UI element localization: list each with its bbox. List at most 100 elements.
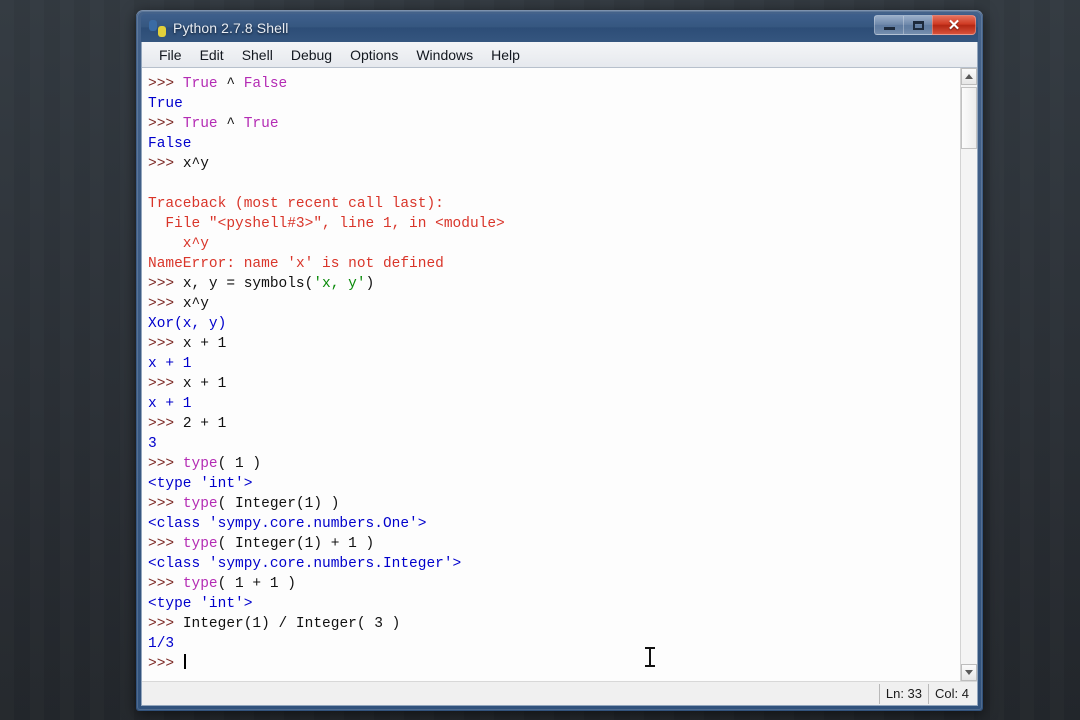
- close-button[interactable]: ✕: [932, 15, 976, 35]
- shell-text-out: x + 1: [148, 356, 192, 372]
- scroll-down-button[interactable]: [961, 664, 977, 681]
- menu-item-options[interactable]: Options: [341, 44, 407, 66]
- window-title: Python 2.7.8 Shell: [173, 20, 289, 36]
- menu-item-windows[interactable]: Windows: [407, 44, 482, 66]
- shell-text-kw: type: [182, 456, 218, 472]
- shell-text-prompt: >>>: [148, 276, 183, 292]
- shell-text-prompt: >>>: [148, 416, 183, 432]
- menu-item-edit[interactable]: Edit: [191, 44, 233, 66]
- shell-line: >>> True ^ True: [148, 114, 960, 134]
- close-icon: ✕: [947, 16, 961, 34]
- shell-text-plain: ^: [217, 76, 244, 92]
- shell-text-out: <type 'int'>: [148, 596, 253, 612]
- menu-item-debug[interactable]: Debug: [282, 44, 341, 66]
- maximize-button[interactable]: [903, 15, 932, 35]
- shell-text-err: Traceback (most recent call last):: [148, 196, 444, 212]
- shell-text-kw: False: [243, 76, 288, 92]
- shell-text-prompt: >>>: [148, 496, 183, 512]
- text-caret: [183, 654, 186, 669]
- statusbar: Ln: 33 Col: 4: [142, 681, 977, 705]
- shell-line: <class 'sympy.core.numbers.Integer'>: [148, 554, 960, 574]
- shell-line: >>> type( 1 ): [148, 454, 960, 474]
- vertical-scrollbar[interactable]: [960, 68, 977, 681]
- shell-line: NameError: name 'x' is not defined: [148, 254, 960, 274]
- shell-line: >>> Integer(1) / Integer( 3 ): [148, 614, 960, 634]
- shell-line: >>> x + 1: [148, 334, 960, 354]
- shell-text-out: 3: [148, 436, 157, 452]
- shell-line: True: [148, 94, 960, 114]
- shell-text-kw: True: [243, 116, 279, 132]
- menu-item-help[interactable]: Help: [482, 44, 529, 66]
- minimize-button[interactable]: [874, 15, 903, 35]
- shell-line: >>> type( 1 + 1 ): [148, 574, 960, 594]
- shell-text-plain: ( 1 + 1 ): [217, 576, 296, 592]
- shell-line: >>> type( Integer(1) ): [148, 494, 960, 514]
- shell-text-plain: ( Integer(1) + 1 ): [217, 536, 375, 552]
- shell-line: 3: [148, 434, 960, 454]
- shell-text-prompt: >>>: [148, 156, 183, 172]
- shell-text-out: x + 1: [148, 396, 192, 412]
- maximize-icon: [912, 20, 924, 30]
- shell-text-plain: x^y: [182, 296, 209, 312]
- shell-text-plain: x^y: [182, 156, 209, 172]
- shell-line: x^y: [148, 234, 960, 254]
- shell-text-plain: x, y = symbols(: [182, 276, 314, 292]
- shell-text-kw: type: [182, 536, 218, 552]
- shell-text-err: : name 'x' is not defined: [226, 256, 444, 272]
- shell-text-prompt: >>>: [148, 116, 183, 132]
- window-client-area: File Edit Shell Debug Options Windows Help >>>…: [141, 42, 978, 706]
- shell-line: <type 'int'>: [148, 594, 960, 614]
- shell-text-prompt: >>>: [148, 376, 183, 392]
- shell-text-prompt: >>>: [148, 76, 183, 92]
- shell-line: >>> x^y: [148, 294, 960, 314]
- shell-line: >>> x, y = symbols('x, y'): [148, 274, 960, 294]
- shell-line: File "<pyshell#3>", line 1, in <module>: [148, 214, 960, 234]
- shell-text-plain: ): [365, 276, 375, 292]
- shell-text-kw: type: [182, 576, 218, 592]
- status-column-indicator: Col: 4: [928, 683, 975, 704]
- shell-text-kw: True: [182, 76, 218, 92]
- shell-text-prompt: >>>: [148, 616, 183, 632]
- shell-output-text[interactable]: >>> True ^ False True >>> True ^ True False…: [142, 68, 960, 681]
- shell-line: Xor(x, y): [148, 314, 960, 334]
- shell-text-prompt: >>>: [148, 576, 183, 592]
- shell-body: >>> True ^ False True >>> True ^ True False…: [142, 68, 977, 681]
- shell-text-err: File "<pyshell#3>", line 1, in <module>: [148, 216, 505, 232]
- shell-text-prompt: >>>: [148, 536, 183, 552]
- shell-text-prompt: >>>: [148, 656, 183, 672]
- shell-text-plain: ( Integer(1) ): [217, 496, 340, 512]
- menu-item-file[interactable]: File: [150, 44, 191, 66]
- shell-text-out: Xor(x, y): [148, 316, 227, 332]
- menu-item-shell[interactable]: Shell: [233, 44, 282, 66]
- shell-text-prompt: >>>: [148, 456, 183, 472]
- shell-line: >>> type( Integer(1) + 1 ): [148, 534, 960, 554]
- menubar: File Edit Shell Debug Options Windows Help: [142, 42, 977, 68]
- shell-text-plain: ( 1 ): [217, 456, 262, 472]
- shell-line: x + 1: [148, 354, 960, 374]
- shell-line: False: [148, 134, 960, 154]
- window-controls: ✕: [874, 15, 976, 35]
- shell-text-out: <class 'sympy.core.numbers.Integer'>: [148, 556, 462, 572]
- scroll-up-icon: [965, 74, 973, 79]
- scrollbar-thumb[interactable]: [961, 87, 977, 149]
- window-titlebar[interactable]: Python 2.7.8 Shell ✕: [141, 14, 978, 42]
- shell-text-prompt: >>>: [148, 336, 183, 352]
- shell-text-plain: 2 + 1: [182, 416, 227, 432]
- shell-line: x + 1: [148, 394, 960, 414]
- shell-line: Traceback (most recent call last):: [148, 194, 960, 214]
- minimize-icon: [883, 27, 895, 30]
- shell-text-out: <type 'int'>: [148, 476, 253, 492]
- shell-line: >>> 2 + 1: [148, 414, 960, 434]
- shell-line: >>> x + 1: [148, 374, 960, 394]
- shell-line: >>>: [148, 654, 960, 674]
- scroll-up-button[interactable]: [961, 68, 977, 85]
- shell-text-kw: type: [182, 496, 218, 512]
- scrollbar-track[interactable]: [961, 85, 977, 664]
- shell-text-out: 1/3: [148, 636, 175, 652]
- shell-text-kw: True: [182, 116, 218, 132]
- shell-text-plain: ^: [217, 116, 244, 132]
- shell-text-plain: x + 1: [182, 336, 227, 352]
- shell-text-out: True: [148, 96, 183, 112]
- shell-text-plain: Integer(1) / Integer( 3 ): [182, 616, 401, 632]
